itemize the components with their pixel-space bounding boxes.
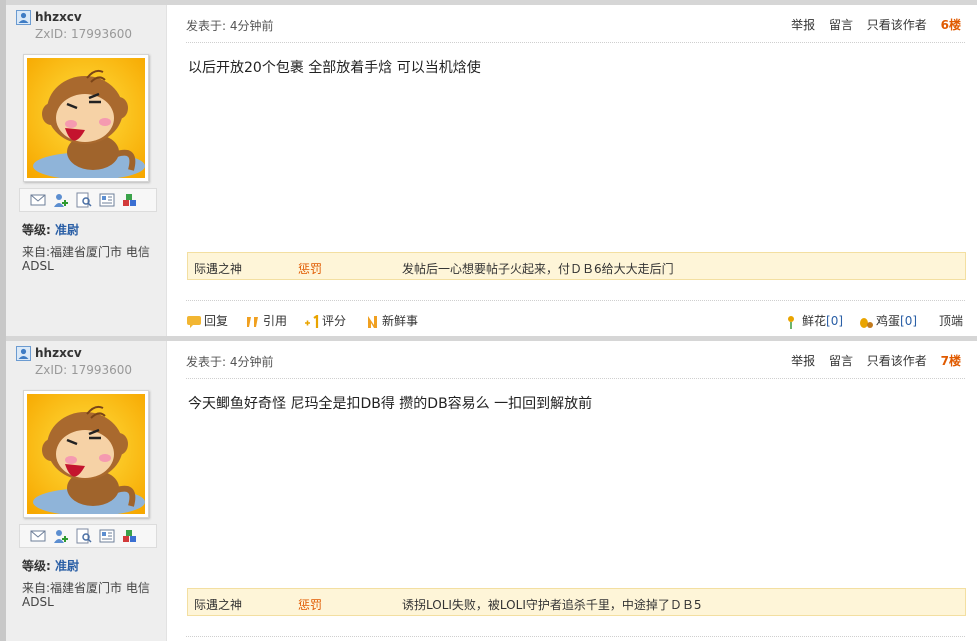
- post-content: 以后开放20个包裹 全部放着手焓 可以当机焓使: [188, 60, 481, 76]
- author-level-value[interactable]: 准尉: [55, 223, 79, 237]
- divider: [186, 42, 965, 43]
- mail-icon[interactable]: [30, 528, 46, 544]
- reply-button[interactable]: 回复: [186, 312, 228, 329]
- author-sidebar: hhzxcv ZxID: 17993600 等级: 准尉 来自:福建省厦门市 电…: [6, 5, 167, 336]
- divider: [186, 636, 965, 637]
- user-icon: [16, 10, 31, 25]
- message-link[interactable]: 留言: [829, 354, 853, 368]
- info-card-icon[interactable]: [99, 528, 115, 544]
- rating-reason: 发帖后一心想要帖子火起来，付ＤＢ6给大大走后门: [402, 262, 674, 276]
- author-username[interactable]: hhzxcv: [35, 10, 82, 24]
- report-link[interactable]: 举报: [791, 18, 815, 32]
- monkey-avatar-image: [27, 394, 145, 514]
- author-zxid: ZxID: 17993600: [35, 27, 133, 41]
- message-link[interactable]: 留言: [829, 18, 853, 32]
- group-blocks-icon[interactable]: [122, 528, 138, 544]
- report-link[interactable]: 举报: [791, 354, 815, 368]
- author-location: 来自:福建省厦门市 电信ADSL: [22, 245, 150, 273]
- egg-count: [0]: [900, 314, 918, 328]
- floor-number[interactable]: 6楼: [941, 18, 961, 32]
- post-time: 发表于: 4分钟前: [186, 19, 274, 33]
- flower-count: [0]: [826, 314, 844, 328]
- rate-button[interactable]: 评分: [304, 312, 346, 329]
- author-only-link[interactable]: 只看该作者: [867, 18, 927, 32]
- avatar[interactable]: [23, 390, 149, 518]
- divider: [186, 378, 965, 379]
- rating-rater[interactable]: 际遇之神: [194, 260, 242, 277]
- quote-icon: [247, 316, 258, 327]
- rating-reason: 诱拐LOLI失败，被LOLI守护者追杀千里，中途掉了ＤＢ5: [402, 598, 702, 612]
- author-username[interactable]: hhzxcv: [35, 346, 82, 360]
- post-time: 发表于: 4分钟前: [186, 355, 274, 369]
- quote-button[interactable]: 引用: [245, 312, 287, 329]
- rating-type: 惩罚: [298, 262, 323, 276]
- author-zxid: ZxID: 17993600: [35, 363, 133, 377]
- plus-one-icon: [305, 314, 319, 328]
- post-footer: 回复 引用 评分 新鲜事 鲜花[0] 鸡蛋[0] 顶端: [186, 310, 966, 330]
- post-6: hhzxcv ZxID: 17993600 等级: 准尉 来自:福建省厦门市 电…: [0, 0, 977, 336]
- divider: [186, 300, 965, 301]
- monkey-avatar-image: [27, 58, 145, 178]
- author-location: 来自:福建省厦门市 电信ADSL: [22, 581, 150, 609]
- reply-icon: [187, 315, 201, 328]
- group-blocks-icon[interactable]: [122, 192, 138, 208]
- author-level: 等级: 准尉: [22, 559, 80, 573]
- author-sidebar: hhzxcv ZxID: 17993600 等级: 准尉 来自:福建省厦门市 电…: [6, 341, 167, 641]
- avatar[interactable]: [23, 54, 149, 182]
- egg-button[interactable]: 鸡蛋[0]: [858, 312, 917, 329]
- post-actions: 举报 留言 只看该作者 6楼: [781, 16, 961, 33]
- add-friend-icon[interactable]: [53, 192, 69, 208]
- post-body: 发表于: 4分钟前 举报 留言 只看该作者 6楼 以后开放20个包裹 全部放着手…: [167, 5, 977, 336]
- profile-search-icon[interactable]: [76, 192, 92, 208]
- rating-rater[interactable]: 际遇之神: [194, 596, 242, 613]
- user-icon: [16, 346, 31, 361]
- author-action-icons: [19, 524, 157, 548]
- post-content: 今天鲫鱼好奇怪 尼玛全是扣DB得 攒的DB容易么 一扣回到解放前: [188, 396, 593, 412]
- egg-icon: [860, 317, 873, 328]
- back-to-top-link[interactable]: 顶端: [939, 312, 963, 329]
- floor-number[interactable]: 7楼: [941, 354, 961, 368]
- author-action-icons: [19, 188, 157, 212]
- post-body: 发表于: 4分钟前 举报 留言 只看该作者 7楼 今天鲫鱼好奇怪 尼玛全是扣DB…: [167, 341, 977, 641]
- flower-icon: [788, 315, 794, 329]
- fresh-news-button[interactable]: 新鲜事: [366, 312, 418, 329]
- rating-bar: 际遇之神 惩罚 诱拐LOLI失败，被LOLI守护者追杀千里，中途掉了ＤＢ5: [187, 588, 966, 616]
- author-level: 等级: 准尉: [22, 223, 80, 237]
- profile-search-icon[interactable]: [76, 528, 92, 544]
- author-level-value[interactable]: 准尉: [55, 559, 79, 573]
- rating-bar: 际遇之神 惩罚 发帖后一心想要帖子火起来，付ＤＢ6给大大走后门: [187, 252, 966, 280]
- author-only-link[interactable]: 只看该作者: [867, 354, 927, 368]
- add-friend-icon[interactable]: [53, 528, 69, 544]
- post-actions: 举报 留言 只看该作者 7楼: [781, 352, 961, 369]
- mail-icon[interactable]: [30, 192, 46, 208]
- flower-button[interactable]: 鲜花[0]: [786, 312, 843, 329]
- info-card-icon[interactable]: [99, 192, 115, 208]
- rating-type: 惩罚: [298, 598, 323, 612]
- news-icon: [368, 315, 377, 328]
- post-7: hhzxcv ZxID: 17993600 等级: 准尉 来自:福建省厦门市 电…: [0, 336, 977, 641]
